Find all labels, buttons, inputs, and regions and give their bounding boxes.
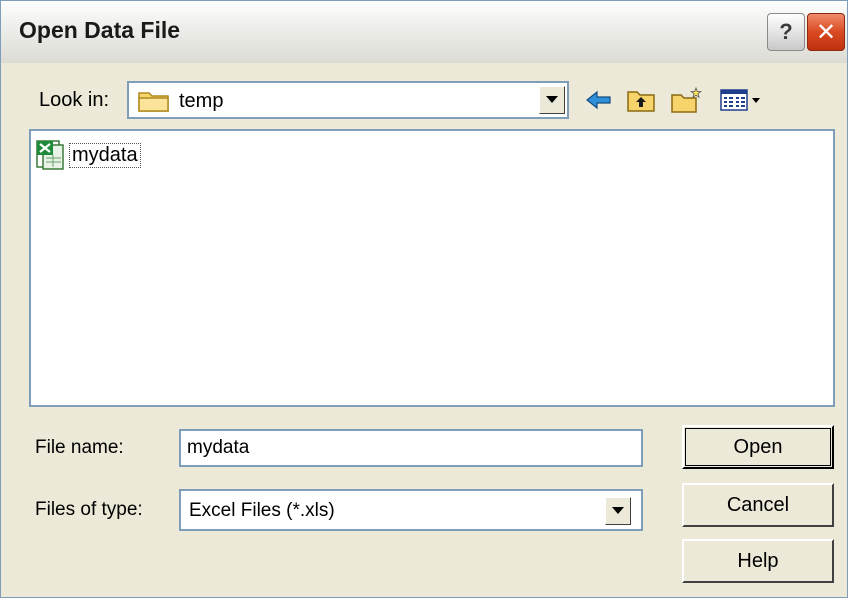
cancel-button[interactable]: Cancel xyxy=(682,483,834,527)
view-menu-button[interactable] xyxy=(717,83,767,117)
file-name-input[interactable] xyxy=(179,429,643,467)
file-list[interactable]: mydata xyxy=(29,129,835,407)
new-folder-icon xyxy=(671,86,702,113)
files-of-type-dropdown-button[interactable] xyxy=(605,497,631,525)
chevron-down-icon xyxy=(546,96,558,103)
look-in-label: Look in: xyxy=(39,89,110,111)
up-folder-icon xyxy=(627,91,655,112)
open-button[interactable]: Open xyxy=(682,425,834,469)
dialog-title: Open Data File xyxy=(19,17,181,43)
back-arrow-icon xyxy=(586,90,611,110)
folder-icon xyxy=(138,92,169,112)
file-name-label: File name: xyxy=(35,437,124,458)
excel-file-icon xyxy=(36,140,64,170)
title-help-button[interactable]: ? xyxy=(767,13,805,51)
list-view-icon xyxy=(720,89,760,111)
look-in-dropdown-button[interactable] xyxy=(539,86,565,114)
title-bar[interactable]: Open Data File ? ✕ xyxy=(1,1,847,63)
files-of-type-dropdown[interactable]: Excel Files (*.xls) xyxy=(179,489,643,531)
close-icon: ✕ xyxy=(815,18,837,46)
create-new-folder-button[interactable] xyxy=(667,83,707,117)
help-button[interactable]: Help xyxy=(682,539,834,583)
open-data-file-dialog: Open Data File ? ✕ Look in: temp mydata … xyxy=(0,0,848,598)
files-of-type-value: Excel Files (*.xls) xyxy=(189,500,335,521)
back-button[interactable] xyxy=(581,83,617,117)
look-in-dropdown[interactable]: temp xyxy=(127,81,569,119)
file-name-text: mydata xyxy=(69,143,141,168)
look-in-value: temp xyxy=(179,90,224,112)
title-close-button[interactable]: ✕ xyxy=(807,13,845,51)
chevron-down-icon xyxy=(612,507,624,514)
files-of-type-label: Files of type: xyxy=(35,499,143,520)
up-one-level-button[interactable] xyxy=(623,83,659,117)
question-icon: ? xyxy=(779,19,793,44)
